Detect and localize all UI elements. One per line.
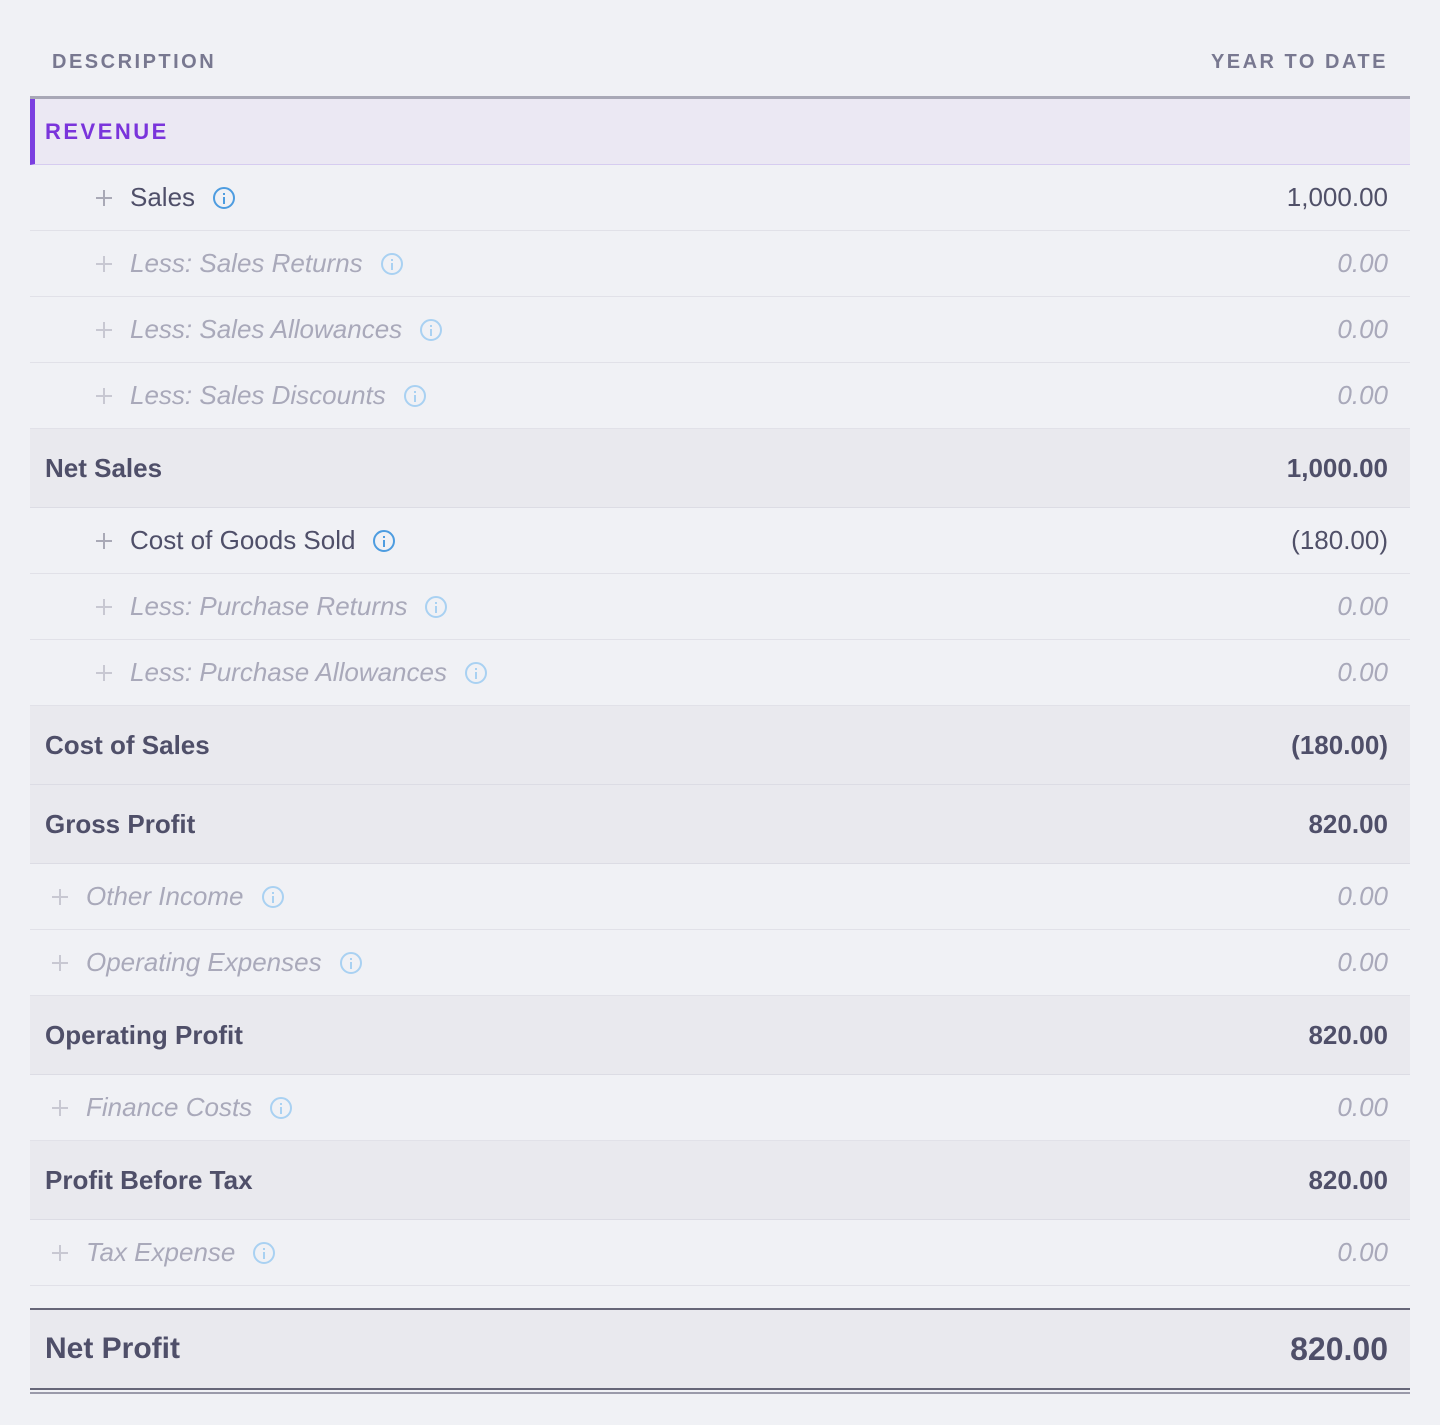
row-value: 0.00	[1337, 314, 1388, 344]
info-icon[interactable]	[261, 885, 284, 908]
total-label: Gross Profit	[45, 808, 196, 839]
row-label: Cost of Goods Sold	[130, 525, 356, 555]
total-label: Operating Profit	[45, 1019, 243, 1050]
sales-discounts-row[interactable]: Less: Sales Discounts 0.00	[30, 363, 1410, 429]
info-icon[interactable]	[373, 529, 396, 552]
info-icon[interactable]	[380, 252, 403, 275]
net-profit-label: Net Profit	[45, 1332, 180, 1365]
row-label: Less: Purchase Returns	[130, 591, 408, 621]
tax-expense-row[interactable]: Tax Expense 0.00	[30, 1220, 1410, 1286]
row-label: Less: Purchase Allowances	[130, 657, 447, 687]
row-label: Finance Costs	[86, 1092, 253, 1122]
row-value: 0.00	[1337, 380, 1388, 410]
row-label: Less: Sales Allowances	[130, 314, 403, 344]
total-value: 1,000.00	[1286, 452, 1388, 483]
other-income-row[interactable]: Other Income 0.00	[30, 864, 1410, 930]
info-icon[interactable]	[213, 186, 236, 209]
row-label: Sales	[130, 182, 196, 212]
info-icon[interactable]	[270, 1096, 293, 1119]
table-header: DESCRIPTION YEAR TO DATE	[30, 0, 1410, 96]
row-label: Other Income	[86, 881, 244, 911]
plus-icon[interactable]	[96, 189, 112, 206]
row-label: Less: Sales Returns	[130, 248, 363, 278]
total-label: Profit Before Tax	[45, 1164, 253, 1195]
sales-returns-row[interactable]: Less: Sales Returns 0.00	[30, 231, 1410, 297]
cost-of-sales-total-row: Cost of Sales (180.00)	[30, 706, 1410, 785]
total-value: 820.00	[1308, 808, 1388, 839]
row-value: 0.00	[1337, 881, 1388, 911]
plus-icon[interactable]	[96, 387, 112, 404]
net-profit-value: 820.00	[1290, 1330, 1388, 1367]
row-label: Operating Expenses	[86, 947, 322, 977]
net-profit-row: Net Profit 820.00	[30, 1308, 1410, 1388]
row-value: 0.00	[1337, 1092, 1388, 1122]
double-underline	[30, 1388, 1410, 1394]
plus-icon[interactable]	[52, 1099, 68, 1116]
row-value: 0.00	[1337, 1237, 1388, 1267]
row-value: 0.00	[1337, 591, 1388, 621]
row-label: Less: Sales Discounts	[130, 380, 386, 410]
operating-expenses-row[interactable]: Operating Expenses 0.00	[30, 930, 1410, 996]
gross-profit-total-row: Gross Profit 820.00	[30, 785, 1410, 864]
plus-icon[interactable]	[96, 664, 112, 681]
net-sales-total-row: Net Sales 1,000.00	[30, 429, 1410, 508]
purchase-returns-row[interactable]: Less: Purchase Returns 0.00	[30, 574, 1410, 640]
total-value: (180.00)	[1291, 729, 1388, 760]
operating-profit-total-row: Operating Profit 820.00	[30, 996, 1410, 1075]
row-value: 0.00	[1337, 248, 1388, 278]
finance-costs-row[interactable]: Finance Costs 0.00	[30, 1075, 1410, 1141]
purchase-allowances-row[interactable]: Less: Purchase Allowances 0.00	[30, 640, 1410, 706]
total-value: 820.00	[1308, 1019, 1388, 1050]
total-label: Net Sales	[45, 452, 163, 483]
plus-icon[interactable]	[96, 532, 112, 549]
info-icon[interactable]	[420, 318, 443, 341]
row-value: 1,000.00	[1286, 182, 1388, 212]
plus-icon[interactable]	[96, 598, 112, 615]
revenue-section-header: REVENUE	[30, 99, 1410, 165]
sales-allowances-row[interactable]: Less: Sales Allowances 0.00	[30, 297, 1410, 363]
plus-icon[interactable]	[52, 954, 68, 971]
plus-icon[interactable]	[96, 321, 112, 338]
plus-icon[interactable]	[52, 1244, 68, 1261]
description-column-header: DESCRIPTION	[52, 50, 217, 73]
profit-before-tax-total-row: Profit Before Tax 820.00	[30, 1141, 1410, 1220]
row-value: (180.00)	[1291, 525, 1388, 555]
info-icon[interactable]	[403, 384, 426, 407]
info-icon[interactable]	[425, 595, 448, 618]
total-label: Cost of Sales	[45, 729, 210, 760]
info-icon[interactable]	[464, 661, 487, 684]
row-value: 0.00	[1337, 947, 1388, 977]
info-icon[interactable]	[339, 951, 362, 974]
cost-of-goods-sold-row[interactable]: Cost of Goods Sold (180.00)	[30, 508, 1410, 574]
plus-icon[interactable]	[52, 888, 68, 905]
info-icon[interactable]	[253, 1241, 276, 1264]
total-value: 820.00	[1308, 1164, 1388, 1195]
year-to-date-column-header: YEAR TO DATE	[1210, 50, 1388, 73]
sales-row[interactable]: Sales 1,000.00	[30, 165, 1410, 231]
plus-icon[interactable]	[96, 255, 112, 272]
income-statement: DESCRIPTION YEAR TO DATE REVENUE Sales 1…	[30, 0, 1410, 1394]
row-value: 0.00	[1337, 657, 1388, 687]
section-title: REVENUE	[45, 118, 169, 144]
row-label: Tax Expense	[86, 1237, 236, 1267]
